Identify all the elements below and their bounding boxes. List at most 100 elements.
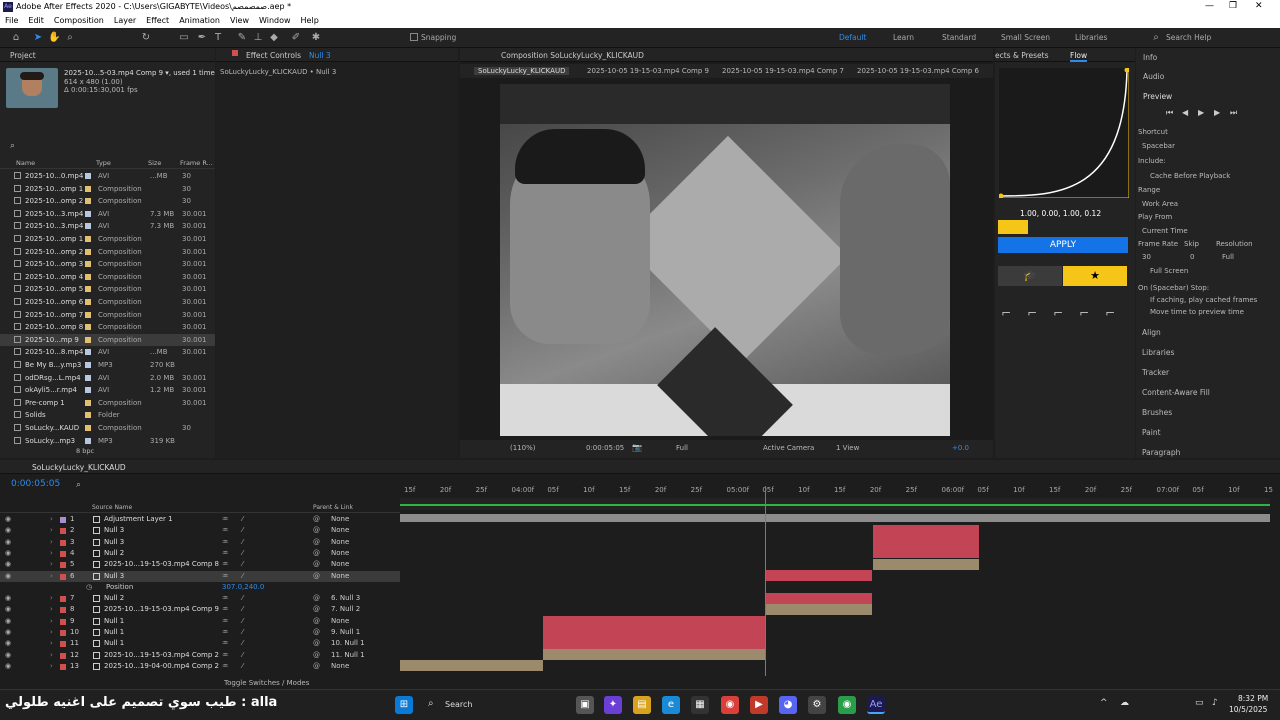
- quality-switch-icon[interactable]: ⁄: [242, 515, 243, 523]
- view-dropdown[interactable]: 1 View: [836, 444, 859, 452]
- shy-switch-icon[interactable]: ♒: [222, 639, 228, 647]
- network-icon[interactable]: ▭: [1195, 698, 1204, 708]
- composition-viewer[interactable]: [500, 84, 950, 436]
- layer-label-color[interactable]: [60, 630, 66, 636]
- parent-dropdown[interactable]: 7. Null 2: [331, 605, 360, 613]
- project-item[interactable]: 2025-10...omp 2 Composition 30.001: [0, 246, 215, 259]
- taskbar-time[interactable]: 8:32 PM: [1238, 694, 1268, 703]
- exposure-value[interactable]: +0.0: [952, 444, 969, 452]
- resolution-dropdown-preview[interactable]: Full: [1222, 253, 1234, 261]
- visibility-eye-icon[interactable]: ◉: [5, 662, 11, 670]
- flow-magic-button[interactable]: [998, 220, 1028, 234]
- parent-dropdown[interactable]: 6. Null 3: [331, 594, 360, 602]
- parent-dropdown[interactable]: None: [331, 662, 349, 670]
- expand-icon[interactable]: ›: [50, 538, 53, 546]
- cache-before-playback[interactable]: Cache Before Playback: [1150, 172, 1230, 180]
- skip-dropdown[interactable]: 0: [1190, 253, 1194, 261]
- puppet-tool-icon[interactable]: ✱: [310, 32, 322, 44]
- pick-whip-icon[interactable]: @: [313, 651, 320, 659]
- menu-window[interactable]: Window: [254, 14, 296, 25]
- quality-switch-icon[interactable]: ⁄: [242, 628, 243, 636]
- col-frame-rate[interactable]: Frame R...: [180, 159, 213, 167]
- flow-values[interactable]: 1.00, 0.00, 1.00, 0.12: [1020, 209, 1101, 218]
- layer-name[interactable]: Null 2: [104, 594, 124, 602]
- pick-whip-icon[interactable]: @: [313, 639, 320, 647]
- bpc-label[interactable]: 8 bpc: [76, 447, 94, 455]
- project-item[interactable]: 2025-10...3.mp4 AVI 7.3 MB 30.001: [0, 208, 215, 221]
- visibility-eye-icon[interactable]: ◉: [5, 594, 11, 602]
- shy-switch-icon[interactable]: ♒: [222, 605, 228, 613]
- quality-switch-icon[interactable]: ⁄: [242, 605, 243, 613]
- col-name[interactable]: Name: [16, 159, 35, 167]
- menu-help[interactable]: Help: [296, 14, 324, 25]
- layer-bar-comp9[interactable]: [766, 604, 872, 615]
- project-tab[interactable]: Project: [10, 51, 36, 60]
- shy-switch-icon[interactable]: ♒: [222, 560, 228, 568]
- favorites-star-icon[interactable]: ★: [1063, 266, 1127, 286]
- expand-icon[interactable]: ›: [50, 560, 53, 568]
- visibility-eye-icon[interactable]: ◉: [5, 515, 11, 523]
- parent-dropdown[interactable]: None: [331, 572, 349, 580]
- parent-dropdown[interactable]: None: [331, 560, 349, 568]
- expand-icon[interactable]: ›: [50, 605, 53, 613]
- store-icon[interactable]: ▦: [691, 696, 709, 714]
- timeline-layer-row[interactable]: ◉ › 7 Null 2 ♒ ⁄ @6. Null 3: [0, 593, 400, 604]
- pick-whip-icon[interactable]: @: [313, 617, 320, 625]
- comp-tab-comp6[interactable]: 2025-10-05 19-15-03.mp4 Comp 6: [857, 67, 979, 75]
- layer-name[interactable]: 2025-10...19-15-03.mp4 Comp 2: [104, 651, 219, 659]
- roto-brush-tool-icon[interactable]: ✐: [290, 32, 302, 44]
- layer-name[interactable]: 2025-10...19-15-03.mp4 Comp 9: [104, 605, 219, 613]
- play-from-dropdown[interactable]: Current Time: [1142, 227, 1188, 235]
- app-icon[interactable]: ▶: [750, 696, 768, 714]
- pick-whip-icon[interactable]: @: [313, 662, 320, 670]
- expand-icon[interactable]: ›: [50, 651, 53, 659]
- layer-bar-null3-selected[interactable]: [766, 570, 872, 581]
- timeline-layer-row[interactable]: ◉ › 2 Null 3 ♒ ⁄ @ None: [0, 525, 400, 536]
- taskbar-search-icon[interactable]: ⌕: [428, 698, 434, 709]
- type-tool-icon[interactable]: T: [212, 32, 224, 44]
- play-icon[interactable]: ▶: [1198, 108, 1204, 117]
- project-item[interactable]: 2025-10...3.mp4 AVI 7.3 MB 30.001: [0, 220, 215, 233]
- project-item[interactable]: 2025-10...omp 8 Composition 30.001: [0, 321, 215, 334]
- timeline-layer-row[interactable]: ◉ › 9 Null 1 ♒ ⁄ @ None: [0, 616, 400, 627]
- project-item[interactable]: 2025-10...omp 2 Composition 30: [0, 195, 215, 208]
- project-item[interactable]: Pre-comp 1 Composition 30.001: [0, 397, 215, 410]
- shy-switch-icon[interactable]: ♒: [222, 572, 228, 580]
- toggle-switches-modes[interactable]: Toggle Switches / Modes: [224, 679, 309, 687]
- project-item[interactable]: okAyli5...r.mp4 AVI 1.2 MB 30.001: [0, 384, 215, 397]
- brush-tool-icon[interactable]: ✎: [236, 32, 248, 44]
- project-item[interactable]: 2025-10...0.mp4 AVI ...MB 30: [0, 170, 215, 183]
- timeline-current-time[interactable]: 0:00:05:05: [11, 479, 60, 489]
- ease-preset-icon[interactable]: ⌐: [1053, 306, 1063, 320]
- layer-bar-null3[interactable]: [873, 536, 979, 547]
- menu-layer[interactable]: Layer: [109, 14, 141, 25]
- layer-bar-comp2b[interactable]: [400, 660, 543, 671]
- layer-bar-comp2[interactable]: [543, 649, 765, 660]
- layer-label-color[interactable]: [60, 641, 66, 648]
- minimize-icon[interactable]: —: [1205, 1, 1214, 11]
- col-type[interactable]: Type: [96, 159, 111, 167]
- adjustment-layer-bar[interactable]: [400, 514, 1270, 522]
- timeline-layer-row[interactable]: ◉ › 3 Null 3 ♒ ⁄ @ None: [0, 537, 400, 548]
- content-aware-fill-tab[interactable]: Content-Aware Fill: [1142, 388, 1210, 397]
- project-item[interactable]: Solids Folder: [0, 409, 215, 422]
- expand-icon[interactable]: ›: [50, 662, 53, 670]
- comp-tab-main[interactable]: SoLuckyLucky_KLICKAUD: [474, 67, 570, 75]
- pick-whip-icon[interactable]: @: [313, 538, 320, 546]
- pick-whip-icon[interactable]: @: [313, 526, 320, 534]
- layer-bar-null2[interactable]: [766, 593, 872, 604]
- volume-icon[interactable]: ♪: [1212, 698, 1218, 708]
- rotate-tool-icon[interactable]: ↻: [140, 32, 152, 44]
- discord-icon[interactable]: ◕: [779, 696, 797, 714]
- layer-label-color[interactable]: [60, 652, 66, 659]
- align-panel-tab[interactable]: Align: [1142, 328, 1161, 337]
- maximize-icon[interactable]: ❐: [1229, 1, 1237, 11]
- menu-effect[interactable]: Effect: [141, 14, 174, 25]
- layer-name[interactable]: Adjustment Layer 1: [104, 515, 173, 523]
- layer-label-color[interactable]: [60, 596, 66, 603]
- timeline-search-icon[interactable]: ⌕: [76, 480, 81, 490]
- visibility-eye-icon[interactable]: ◉: [5, 628, 11, 636]
- project-item[interactable]: 2025-10...omp 3 Composition 30.001: [0, 258, 215, 271]
- show-hidden-icons-icon[interactable]: ^: [1100, 698, 1108, 708]
- project-item[interactable]: 2025-10...omp 7 Composition 30.001: [0, 309, 215, 322]
